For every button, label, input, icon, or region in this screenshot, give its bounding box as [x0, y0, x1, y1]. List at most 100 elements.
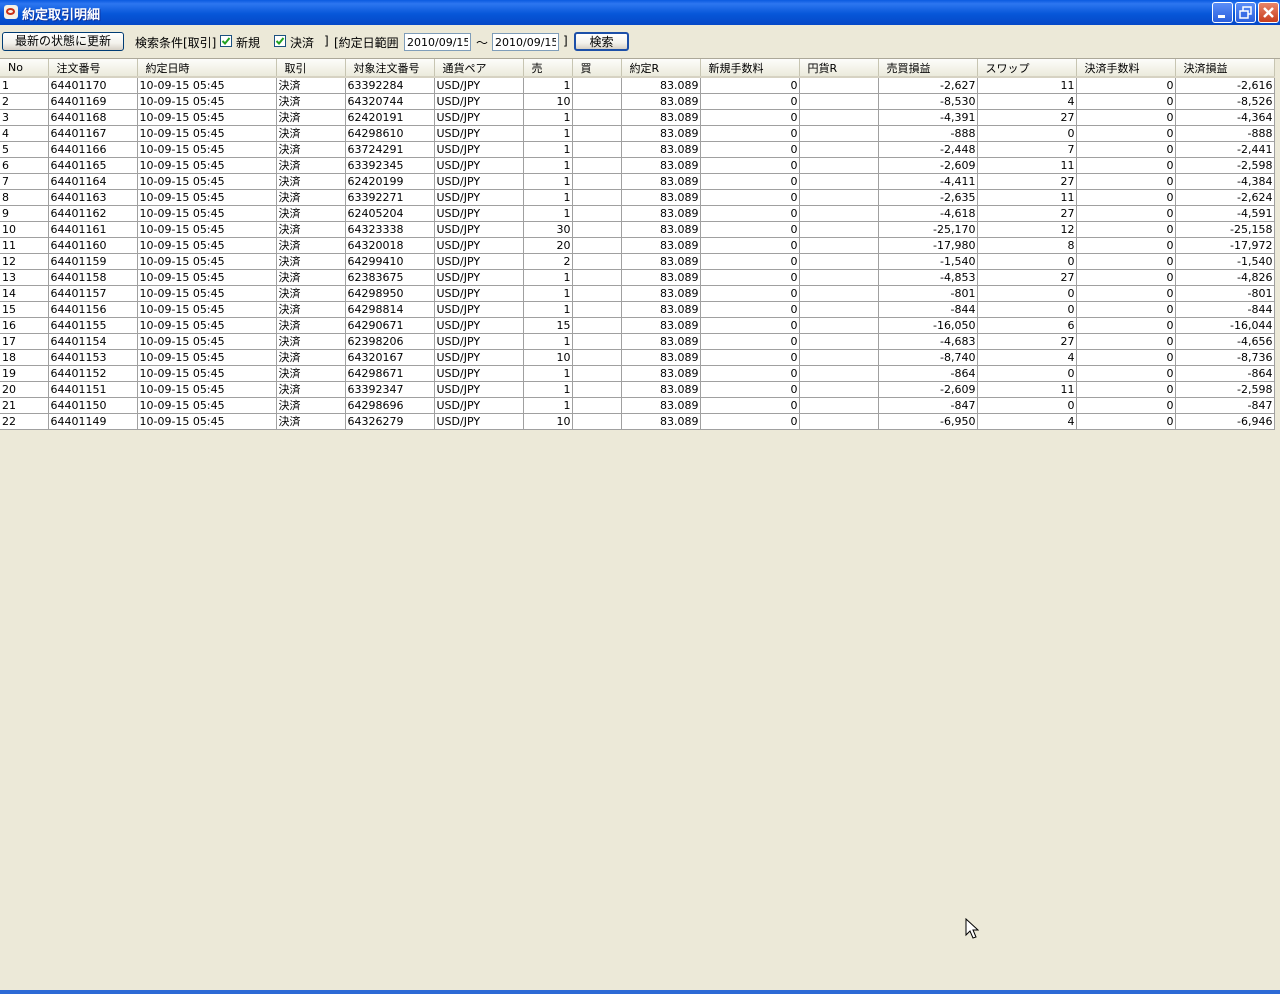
cell-trade: 決済 — [276, 413, 346, 430]
cell-trade-pnl: -8,740 — [878, 349, 978, 366]
cell-settle-pnl: -17,972 — [1175, 237, 1275, 254]
cell-settle-fee: 0 — [1076, 365, 1176, 382]
table-row[interactable]: 9 64401162 10-09-15 05:45 決済 62405204 USD/JPY… — [0, 205, 1275, 222]
cell-sell: 10 — [523, 93, 573, 110]
table-row[interactable]: 17 64401154 10-09-15 05:45 決済 62398206 USD/JP… — [0, 333, 1275, 350]
table-row[interactable]: 16 64401155 10-09-15 05:45 決済 64290671 USD/JP… — [0, 317, 1275, 334]
cell-new-fee: 0 — [700, 221, 800, 238]
cell-currency-pair: USD/JPY — [434, 93, 524, 110]
column-header-order-no[interactable]: 注文番号 — [48, 59, 138, 78]
cell-trade: 決済 — [276, 285, 346, 302]
table-row[interactable]: 10 64401161 10-09-15 05:45 決済 64323338 USD/JP… — [0, 221, 1275, 238]
cell-exec-rate: 83.089 — [621, 253, 701, 270]
table-row[interactable]: 1 64401170 10-09-15 05:45 決済 63392284 USD/JPY… — [0, 77, 1275, 94]
table-row[interactable]: 13 64401158 10-09-15 05:45 決済 62383675 USD/JP… — [0, 269, 1275, 286]
cell-sell: 1 — [523, 189, 573, 206]
close-button[interactable] — [1258, 2, 1279, 23]
column-header-sell[interactable]: 売 — [523, 59, 573, 78]
cell-sell: 1 — [523, 301, 573, 318]
cell-swap: 7 — [977, 141, 1077, 158]
table-row[interactable]: 8 64401163 10-09-15 05:45 決済 63392271 USD/JPY… — [0, 189, 1275, 206]
cell-trade-pnl: -844 — [878, 301, 978, 318]
search-button[interactable]: 検索 — [574, 32, 629, 51]
cell-order-no: 64401162 — [48, 205, 138, 222]
cell-exec-datetime: 10-09-15 05:45 — [137, 141, 277, 158]
table-row[interactable]: 20 64401151 10-09-15 05:45 決済 63392347 USD/JP… — [0, 381, 1275, 398]
column-header-settle-fee[interactable]: 決済手数料 — [1076, 59, 1176, 78]
table-row[interactable]: 4 64401167 10-09-15 05:45 決済 64298610 USD/JPY… — [0, 125, 1275, 142]
title-bar: 約定取引明細 — [0, 0, 1280, 25]
column-header-exec-rate[interactable]: 約定R — [621, 59, 701, 78]
cell-buy — [572, 125, 622, 142]
table-row[interactable]: 19 64401152 10-09-15 05:45 決済 64298671 USD/JP… — [0, 365, 1275, 382]
cell-settle-fee: 0 — [1076, 157, 1176, 174]
table-row[interactable]: 5 64401166 10-09-15 05:45 決済 63724291 USD/JPY… — [0, 141, 1275, 158]
cell-currency-pair: USD/JPY — [434, 205, 524, 222]
cell-target-order-no: 62383675 — [345, 269, 435, 286]
cell-new-fee: 0 — [700, 157, 800, 174]
minimize-button[interactable] — [1212, 2, 1233, 23]
column-header-trade-pnl[interactable]: 売買損益 — [878, 59, 978, 78]
column-header-swap[interactable]: スワップ — [977, 59, 1077, 78]
cell-exec-rate: 83.089 — [621, 93, 701, 110]
date-from-input[interactable] — [404, 33, 471, 51]
cell-yen-rate — [799, 365, 879, 382]
date-to-input[interactable] — [492, 33, 559, 51]
cell-new-fee: 0 — [700, 237, 800, 254]
cell-exec-datetime: 10-09-15 05:45 — [137, 349, 277, 366]
table-row[interactable]: 15 64401156 10-09-15 05:45 決済 64298814 USD/JP… — [0, 301, 1275, 318]
date-range-label: [約定日範囲 — [334, 36, 399, 50]
cell-settle-fee: 0 — [1076, 77, 1176, 94]
cell-trade-pnl: -4,411 — [878, 173, 978, 190]
cell-exec-rate: 83.089 — [621, 173, 701, 190]
table-row[interactable]: 7 64401164 10-09-15 05:45 決済 62420199 USD/JPY… — [0, 173, 1275, 190]
new-checkbox[interactable] — [220, 35, 232, 47]
tilde-label: ～ — [476, 36, 489, 50]
cell-trade: 決済 — [276, 269, 346, 286]
settle-checkbox[interactable] — [274, 35, 286, 47]
cell-order-no: 64401161 — [48, 221, 138, 238]
minimize-icon — [1218, 15, 1225, 18]
cell-settle-fee: 0 — [1076, 381, 1176, 398]
cell-trade: 決済 — [276, 125, 346, 142]
column-header-new-fee[interactable]: 新規手数料 — [700, 59, 800, 78]
cell-exec-rate: 83.089 — [621, 397, 701, 414]
table-row[interactable]: 3 64401168 10-09-15 05:45 決済 62420191 USD/JPY… — [0, 109, 1275, 126]
table-row[interactable]: 11 64401160 10-09-15 05:45 決済 64320018 USD/JP… — [0, 237, 1275, 254]
column-header-yen-rate[interactable]: 円貨R — [799, 59, 879, 78]
column-header-currency-pair[interactable]: 通貨ペア — [434, 59, 524, 78]
cell-exec-datetime: 10-09-15 05:45 — [137, 221, 277, 238]
cell-settle-pnl: -2,616 — [1175, 77, 1275, 94]
cell-exec-datetime: 10-09-15 05:45 — [137, 317, 277, 334]
table-row[interactable]: 14 64401157 10-09-15 05:45 決済 64298950 USD/JP… — [0, 285, 1275, 302]
column-header-buy[interactable]: 買 — [572, 59, 622, 78]
cell-trade-pnl: -801 — [878, 285, 978, 302]
cell-no: 11 — [0, 237, 49, 254]
cell-trade: 決済 — [276, 333, 346, 350]
table-row[interactable]: 18 64401153 10-09-15 05:45 決済 64320167 USD/JP… — [0, 349, 1275, 366]
column-header-trade[interactable]: 取引 — [276, 59, 346, 78]
cell-currency-pair: USD/JPY — [434, 141, 524, 158]
cell-no: 14 — [0, 285, 49, 302]
table-row[interactable]: 21 64401150 10-09-15 05:45 決済 64298696 USD/JP… — [0, 397, 1275, 414]
cell-sell: 15 — [523, 317, 573, 334]
cell-swap: 11 — [977, 77, 1077, 94]
table-row[interactable]: 12 64401159 10-09-15 05:45 決済 64299410 USD/JP… — [0, 253, 1275, 270]
column-header-target-order-no[interactable]: 対象注文番号 — [345, 59, 435, 78]
table-row[interactable]: 6 64401165 10-09-15 05:45 決済 63392345 USD/JPY… — [0, 157, 1275, 174]
column-header-no[interactable]: No — [0, 59, 49, 78]
cell-new-fee: 0 — [700, 413, 800, 430]
cell-exec-rate: 83.089 — [621, 189, 701, 206]
cell-target-order-no: 64298950 — [345, 285, 435, 302]
cell-no: 10 — [0, 221, 49, 238]
column-header-exec-datetime[interactable]: 約定日時 — [137, 59, 277, 78]
cell-currency-pair: USD/JPY — [434, 397, 524, 414]
table-row[interactable]: 22 64401149 10-09-15 05:45 決済 64326279 USD/JP… — [0, 413, 1275, 430]
cell-buy — [572, 349, 622, 366]
column-header-settle-pnl[interactable]: 決済損益 — [1175, 59, 1275, 78]
restore-button[interactable] — [1235, 2, 1256, 23]
table-row[interactable]: 2 64401169 10-09-15 05:45 決済 64320744 USD/JPY… — [0, 93, 1275, 110]
cell-settle-pnl: -4,656 — [1175, 333, 1275, 350]
cell-target-order-no: 64298696 — [345, 397, 435, 414]
refresh-button[interactable]: 最新の状態に更新 — [2, 32, 124, 51]
